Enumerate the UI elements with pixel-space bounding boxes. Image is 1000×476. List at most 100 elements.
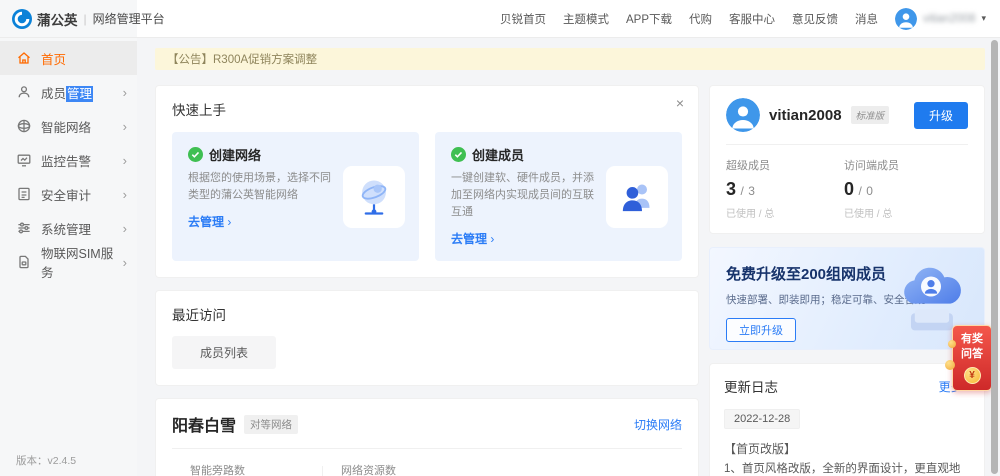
sidebar-item-home[interactable]: 首页 bbox=[0, 41, 137, 75]
sidebar-item-iot-sim[interactable]: 物联网SIM服务 › bbox=[0, 245, 137, 280]
plan-badge: 标准版 bbox=[850, 106, 890, 124]
go-manage-link[interactable]: 去管理 › bbox=[188, 215, 231, 229]
chevron-right-icon: › bbox=[122, 220, 127, 236]
sidebar-item-label: 首页 bbox=[41, 52, 67, 67]
scrollbar-thumb[interactable] bbox=[991, 40, 998, 474]
app-root: 蒲公英 | 网络管理平台 贝锐首页 主题模式 APP下载 代购 客服中心 意见反… bbox=[0, 0, 1000, 476]
network-name: 阳春白雪 bbox=[172, 418, 237, 436]
chevron-down-icon: ▾ bbox=[981, 13, 986, 23]
brand-logo-icon bbox=[12, 8, 32, 29]
nav-feedback[interactable]: 意见反馈 bbox=[792, 11, 838, 27]
right-column: vitian2008 标准版 升级 超级成员 3 / 3 已使用 / 总 访问端… bbox=[709, 85, 985, 476]
upgrade-now-button[interactable]: 立即升级 bbox=[726, 318, 796, 342]
brand-name: 蒲公英 bbox=[37, 12, 78, 28]
recent-visits-title: 最近访问 bbox=[172, 308, 226, 324]
chevron-right-icon: › bbox=[122, 118, 127, 134]
quickstart-create-member[interactable]: 创建成员 一键创建软、硬件成员，并添加至网络内实现成员间的互联互通 去管理 › bbox=[435, 132, 682, 262]
top-bar: 蒲公英 | 网络管理平台 贝锐首页 主题模式 APP下载 代购 客服中心 意见反… bbox=[0, 0, 1000, 38]
quickstart-title: 快速上手 bbox=[172, 103, 226, 118]
version-label: 版本：v2.4.5 bbox=[16, 455, 77, 467]
home-icon bbox=[18, 52, 30, 64]
sidebar-item-label: 监控告警 bbox=[41, 154, 92, 169]
network-type-badge: 对等网络 bbox=[244, 414, 299, 434]
announcement-text: 【公告】R300A促销方案调整 bbox=[167, 54, 318, 66]
account-avatar bbox=[726, 98, 760, 132]
changelog-title: 更新日志 bbox=[724, 380, 778, 395]
chevron-right-icon: › bbox=[227, 215, 232, 230]
chevron-right-icon: › bbox=[490, 232, 495, 247]
sim-card-icon bbox=[19, 255, 29, 269]
sidebar-item-smart-network[interactable]: 智能网络 › bbox=[0, 109, 137, 143]
prize-quiz-widget[interactable]: 有奖 问答 ¥ bbox=[945, 325, 992, 391]
changelog-entry: 1、首页风格改版，全新的界面设计，更直观地展现组网成员的在线状态； bbox=[724, 463, 961, 475]
sidebar-item-label: 物联网SIM服务 bbox=[41, 247, 114, 280]
chevron-right-icon: › bbox=[122, 84, 127, 100]
user-menu[interactable]: vitian2008 ▾ bbox=[895, 7, 986, 30]
user-name-redacted: vitian2008 bbox=[923, 12, 976, 25]
changelog-date: 2022-12-28 bbox=[724, 409, 801, 429]
brand-divider: | bbox=[83, 11, 87, 26]
product-name: 网络管理平台 bbox=[92, 12, 165, 26]
member-icon bbox=[18, 86, 30, 98]
nav-oray-home[interactable]: 贝锐首页 bbox=[500, 11, 546, 27]
coin-icon bbox=[948, 340, 956, 348]
sidebar-item-security-audit[interactable]: 安全审计 › bbox=[0, 177, 137, 211]
stat-smart-bypass: 智能旁路数 0 bbox=[190, 465, 245, 476]
sliders-icon bbox=[18, 222, 30, 234]
stat-super-members: 超级成员 3 / 3 已使用 / 总 bbox=[726, 160, 775, 220]
nav-theme-mode[interactable]: 主题模式 bbox=[563, 11, 609, 27]
network-overview-card: 阳春白雪 对等网络 切换网络 智能旁路数 0 网络资源数 0 bbox=[155, 398, 699, 476]
sidebar-item-members[interactable]: 成员管理 › bbox=[0, 75, 137, 109]
quickstart-item-desc: 根据您的使用场景，选择不同类型的蒲公英智能网络 bbox=[188, 172, 331, 202]
chevron-right-icon: › bbox=[122, 254, 127, 270]
chevron-right-icon: › bbox=[122, 152, 127, 168]
user-avatar bbox=[895, 7, 918, 30]
nav-support-center[interactable]: 客服中心 bbox=[729, 11, 775, 27]
upgrade-button[interactable]: 升级 bbox=[913, 101, 968, 129]
quickstart-item-desc: 一键创建软、硬件成员，并添加至网络内实现成员间的互联互通 bbox=[451, 172, 594, 219]
quickstart-create-network[interactable]: 创建网络 根据您的使用场景，选择不同类型的蒲公英智能网络 去管理 › bbox=[172, 132, 419, 262]
sidebar: 首页 成员管理 › 智能网络 › 监控告警 › 安全审计 › 系统管理 › 物联… bbox=[0, 38, 137, 476]
check-circle-icon bbox=[451, 147, 466, 162]
switch-network-link[interactable]: 切换网络 bbox=[634, 416, 682, 433]
close-icon[interactable]: × bbox=[676, 96, 684, 110]
stat-network-resources: 网络资源数 0 bbox=[341, 465, 396, 476]
nav-messages[interactable]: 消息 bbox=[855, 11, 878, 27]
top-nav: 贝锐首页 主题模式 APP下载 代购 客服中心 意见反馈 消息 vitian20… bbox=[500, 7, 1000, 30]
quickstart-item-title: 创建成员 bbox=[472, 148, 525, 163]
chevron-right-icon: › bbox=[122, 186, 127, 202]
audit-icon bbox=[18, 187, 30, 201]
stat-client-members: 访问端成员 0 / 0 已使用 / 总 bbox=[844, 160, 899, 220]
changelog-section: 【首页改版】 bbox=[724, 442, 797, 456]
main-content: 【公告】R300A促销方案调整 快速上手 × 创建网络 根据您的使用场景，选择不… bbox=[137, 38, 1000, 476]
sidebar-item-label: 安全审计 bbox=[41, 188, 92, 203]
changelog-card: 更新日志 更多 › 2022-12-28 【首页改版】 1、首页风格改版，全新的… bbox=[709, 363, 985, 476]
coin-icon: ¥ bbox=[963, 366, 981, 384]
logo[interactable]: 蒲公英 | 网络管理平台 bbox=[0, 0, 165, 37]
sidebar-item-system-management[interactable]: 系统管理 › bbox=[0, 211, 137, 245]
upgrade-promo-banner[interactable]: 免费升级至200组网成员 快速部署、即装即用；稳定可靠、安全合规 立即升级 bbox=[709, 247, 985, 350]
sidebar-item-label: 成员管理 bbox=[41, 85, 94, 102]
recent-visits-card: 最近访问 成员列表 bbox=[155, 290, 699, 387]
nav-app-download[interactable]: APP下载 bbox=[626, 11, 672, 27]
prize-quiz-label: 问答 bbox=[961, 347, 983, 360]
nav-purchase-agent[interactable]: 代购 bbox=[689, 11, 712, 27]
sidebar-item-monitor-alerts[interactable]: 监控告警 › bbox=[0, 143, 137, 177]
network-icon bbox=[17, 119, 31, 133]
account-card: vitian2008 标准版 升级 超级成员 3 / 3 已使用 / 总 访问端… bbox=[709, 85, 985, 234]
text-selection-highlight: 管理 bbox=[66, 85, 94, 102]
network-illustration bbox=[343, 165, 405, 228]
coin-icon bbox=[945, 360, 955, 370]
go-manage-link[interactable]: 去管理 › bbox=[451, 232, 494, 246]
sidebar-item-label: 系统管理 bbox=[41, 222, 92, 237]
announcement-bar[interactable]: 【公告】R300A促销方案调整 bbox=[155, 48, 985, 70]
account-username: vitian2008 bbox=[769, 106, 842, 124]
quickstart-item-title: 创建网络 bbox=[209, 148, 262, 163]
quickstart-card: 快速上手 × 创建网络 根据您的使用场景，选择不同类型的蒲公英智能网络 去管理 … bbox=[155, 85, 699, 279]
prize-quiz-label: 有奖 bbox=[961, 333, 983, 345]
left-column: 快速上手 × 创建网络 根据您的使用场景，选择不同类型的蒲公英智能网络 去管理 … bbox=[155, 85, 699, 476]
monitor-icon bbox=[17, 154, 31, 167]
check-circle-icon bbox=[188, 147, 203, 162]
recent-item-member-list[interactable]: 成员列表 bbox=[172, 336, 277, 370]
members-illustration bbox=[606, 165, 668, 228]
